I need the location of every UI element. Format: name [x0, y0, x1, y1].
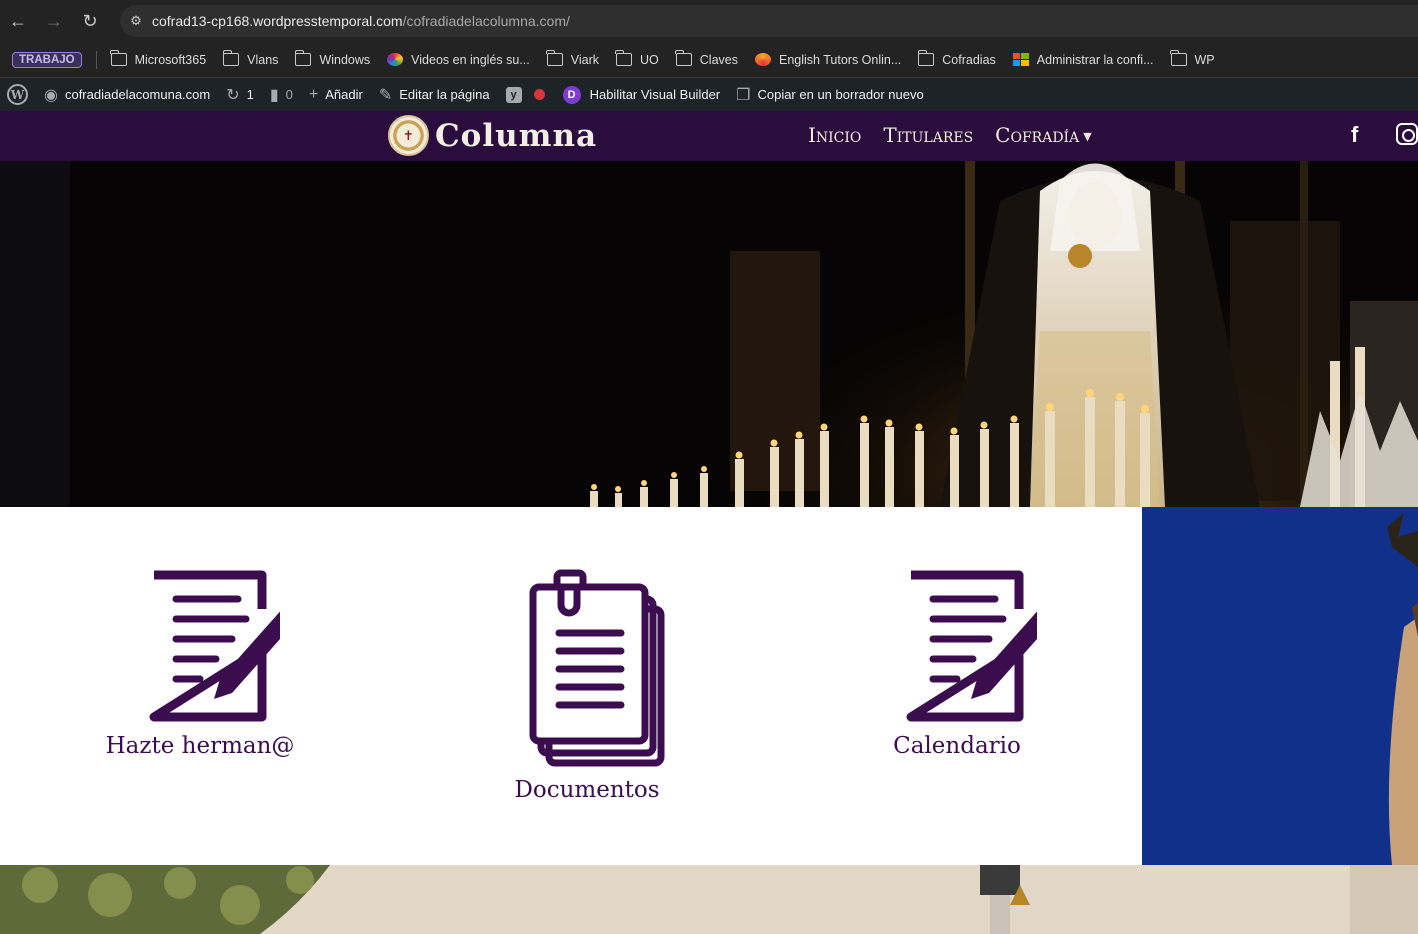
bottom-illustration [0, 865, 1418, 934]
bookmark-videos-ingles[interactable]: Videos en inglés su... [387, 53, 530, 67]
facebook-icon[interactable]: f [1351, 122, 1358, 148]
site-settings-icon[interactable]: ⚙ [120, 13, 152, 29]
tutors-site-icon [755, 53, 771, 66]
admin-edit-page[interactable]: ✎ Editar la página [379, 85, 490, 105]
folder-icon [109, 50, 127, 66]
yoast-icon[interactable]: y [505, 86, 522, 103]
tile-calendario[interactable]: Calendario [857, 569, 1057, 759]
divi-icon: D [562, 85, 581, 104]
admin-site-link[interactable]: ◉ cofradiadelacomuna.com [44, 85, 210, 105]
folder-icon [1169, 50, 1187, 66]
menu-item-titulares[interactable]: Titulares [883, 123, 973, 147]
dashboard-icon: ◉ [44, 86, 58, 104]
documents-stack-icon [529, 569, 665, 767]
tile-label: Documentos [514, 777, 660, 803]
bookmark-administrar[interactable]: Administrar la confi... [1012, 53, 1154, 67]
folder-icon [222, 50, 240, 66]
folder-icon [546, 50, 563, 66]
bookmark-viark[interactable]: Viark [546, 50, 599, 67]
bookmark-tag-trabajo[interactable]: TRABAJO [12, 51, 82, 68]
bottom-image [0, 865, 1418, 934]
admin-copy-draft[interactable]: ❐ Copiar en un borrador nuevo [736, 85, 924, 105]
url-text[interactable]: cofrad13-cp168.wordpresstemporal.com/cof… [152, 13, 570, 29]
site-header: ✝ Columna Inicio Titulares Cofradía ▼ f [0, 111, 1418, 161]
side-image [1142, 507, 1418, 865]
reload-icon[interactable]: ↻ [72, 0, 108, 42]
folder-icon [615, 50, 633, 66]
seo-status-dot[interactable] [533, 89, 545, 100]
site-logo[interactable]: ✝ Columna [388, 115, 597, 156]
chevron-down-icon: ▼ [1083, 130, 1092, 143]
edit-document-icon [906, 570, 1037, 722]
address-bar[interactable]: ⚙ cofrad13-cp168.wordpresstemporal.com/c… [120, 5, 1418, 37]
tile-hazte-hermano[interactable]: Hazte herman@ [100, 569, 300, 759]
wordpress-icon[interactable]: W [7, 84, 28, 105]
bookmark-vlans[interactable]: Vlans [222, 50, 278, 67]
updates-icon: ↻ [226, 86, 240, 104]
folder-icon [675, 50, 692, 66]
folder-icon [294, 50, 312, 66]
back-arrow-icon[interactable]: ← [0, 0, 36, 42]
admin-updates[interactable]: ↻ 1 [226, 85, 254, 105]
brand-name: Columna [435, 117, 598, 154]
hero-image [0, 161, 1418, 507]
bookmarks-divider [95, 50, 97, 69]
comment-icon: ▮ [269, 86, 279, 104]
folder-icon [917, 50, 935, 66]
bookmark-uo[interactable]: UO [615, 50, 659, 67]
tile-documentos[interactable]: Documentos [487, 569, 687, 803]
admin-visual-builder[interactable]: D Habilitar Visual Builder [562, 85, 720, 104]
edit-document-icon [149, 570, 280, 722]
instagram-icon[interactable] [1396, 123, 1418, 145]
bookmarks-bar: TRABAJO Microsoft365 Vlans Windows Video… [0, 42, 1418, 78]
bookmark-cofradias[interactable]: Cofradias [917, 50, 996, 67]
quick-links-section: Hazte herman@ Documentos Calendario [0, 507, 1142, 865]
browser-toolbar: ← → ↻ ⚙ cofrad13-cp168.wordpresstemporal… [0, 0, 1418, 42]
hero-illustration [0, 161, 1418, 507]
bookmark-microsoft365[interactable]: Microsoft365 [109, 50, 206, 67]
admin-add-new[interactable]: + Añadir [309, 86, 363, 104]
bookmark-english-tutors[interactable]: English Tutors Onlin... [755, 53, 901, 67]
tile-label: Hazte herman@ [105, 733, 295, 759]
bookmark-claves[interactable]: Claves [675, 50, 738, 67]
pencil-icon: ✎ [378, 86, 393, 104]
menu-item-inicio[interactable]: Inicio [808, 123, 861, 147]
emblem-icon: ✝ [388, 115, 429, 156]
forward-arrow-icon[interactable]: → [36, 0, 72, 42]
bookmark-wp[interactable]: WP [1169, 50, 1215, 67]
plus-icon: + [308, 85, 319, 103]
bookmark-windows[interactable]: Windows [294, 50, 370, 67]
copy-icon: ❐ [736, 86, 751, 104]
tile-label: Calendario [893, 733, 1021, 759]
menu-item-cofradia[interactable]: Cofradía ▼ [995, 123, 1091, 147]
admin-comments[interactable]: ▮ 0 [270, 85, 293, 105]
colorful-site-icon [387, 53, 404, 66]
side-image-panel [1142, 507, 1418, 865]
main-menu: Inicio Titulares Cofradía ▼ [808, 123, 1114, 147]
wp-admin-bar: W ◉ cofradiadelacomuna.com ↻ 1 ▮ 0 + Añadir … [0, 78, 1418, 111]
microsoft-icon [1012, 53, 1029, 66]
